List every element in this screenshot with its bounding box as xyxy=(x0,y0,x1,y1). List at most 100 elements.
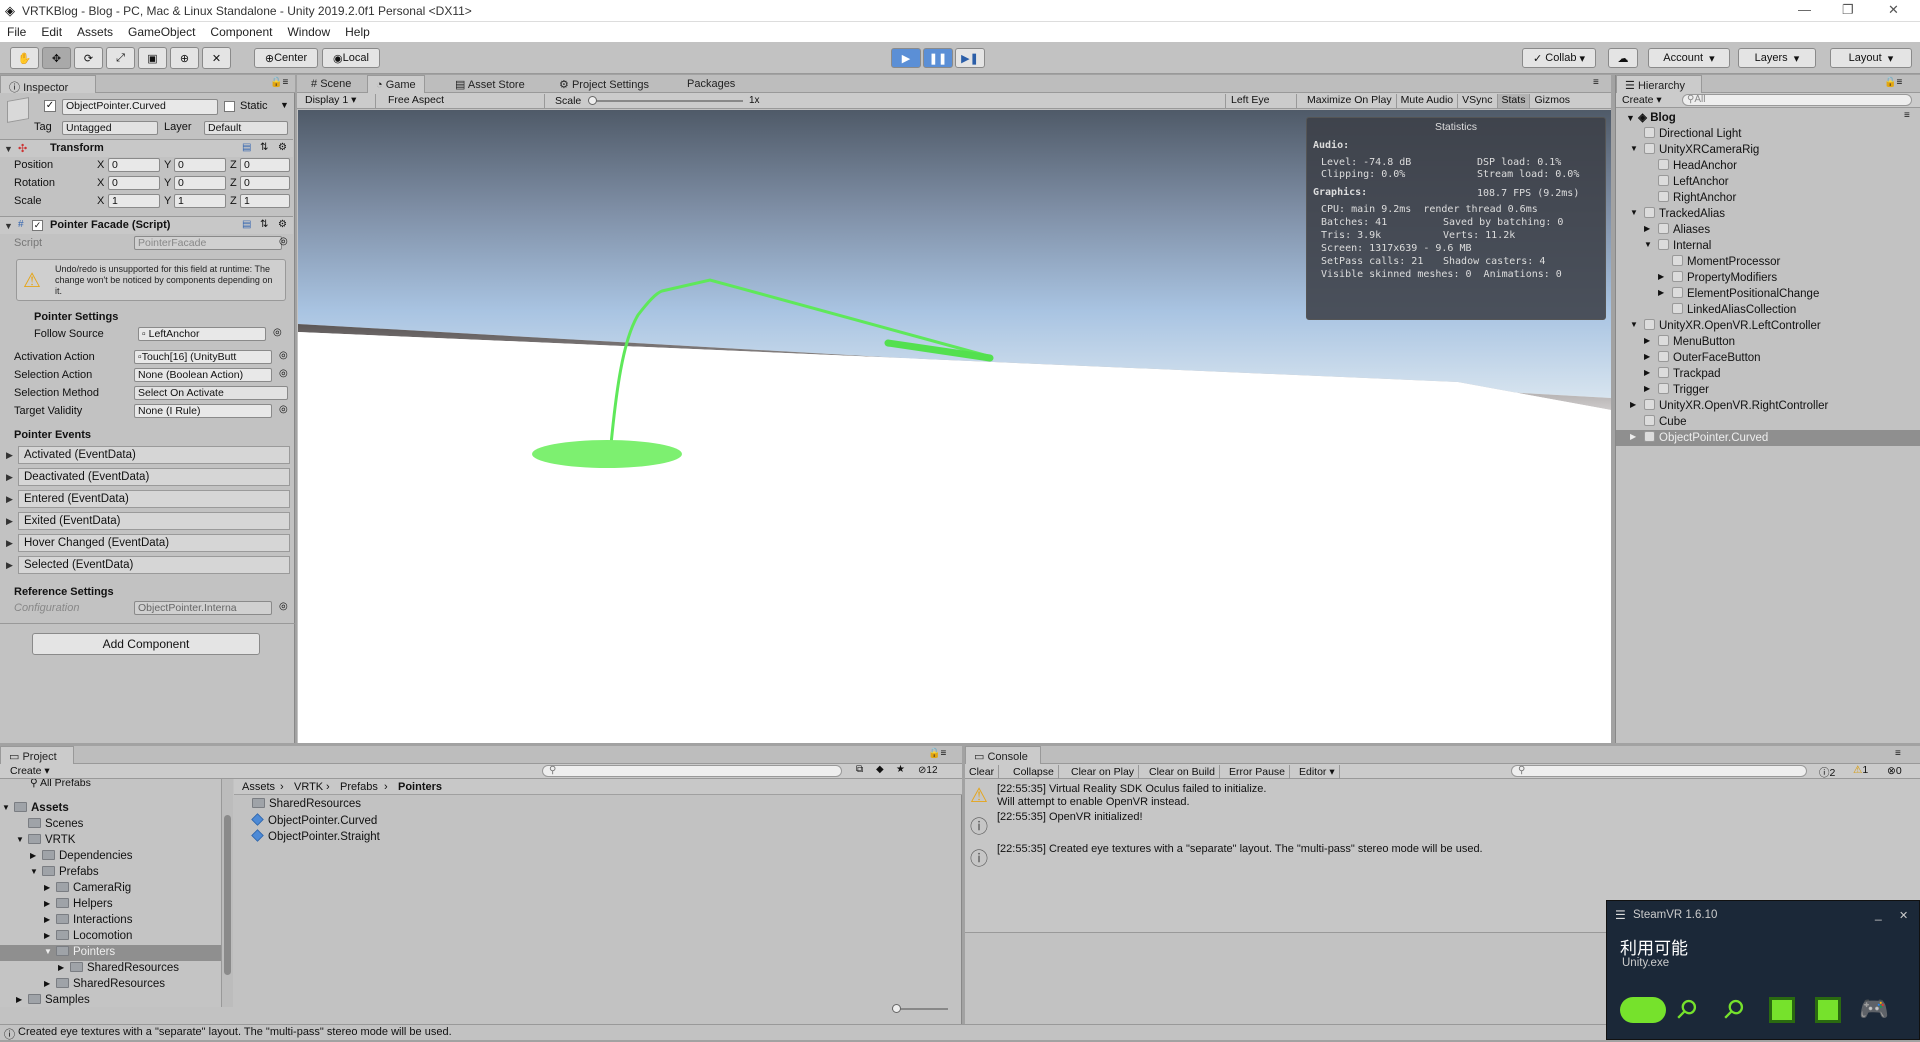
hand-tool-icon[interactable]: ✋ xyxy=(10,47,39,69)
expand-icon[interactable]: ▶ xyxy=(30,851,36,860)
expand-icon[interactable]: ▶ xyxy=(1644,336,1650,345)
follow-source-field[interactable]: ▫ LeftAnchor xyxy=(138,327,266,341)
project-folder[interactable]: ▼ Prefabs xyxy=(0,865,221,881)
event-exited[interactable]: Exited (EventData) xyxy=(18,512,290,530)
event-hover-changed[interactable]: Hover Changed (EventData) xyxy=(18,534,290,552)
project-folder[interactable]: ▶ SharedResources xyxy=(0,977,221,993)
steamvr-minimize-button[interactable]: _ xyxy=(1875,907,1882,921)
tab-scene[interactable]: # Scene xyxy=(303,75,359,93)
vsync-toggle[interactable]: VSync xyxy=(1458,94,1498,108)
favorites-all-prefabs[interactable]: ⚲ All Prefabs xyxy=(30,779,91,789)
help-book-icon[interactable]: ▤ xyxy=(242,219,251,230)
component-enabled-checkbox[interactable]: ✓ xyxy=(32,220,43,231)
preset-icon[interactable]: ⇅ xyxy=(260,219,268,230)
close-button[interactable]: ✕ xyxy=(1888,2,1899,18)
scale-slider-handle[interactable] xyxy=(588,96,597,105)
pivot-center-button[interactable]: ⊕ Center xyxy=(254,48,318,68)
hamburger-menu-icon[interactable]: ☰ xyxy=(1615,908,1626,922)
tree-scrollbar-thumb[interactable] xyxy=(224,815,231,975)
maximize-button[interactable]: ❐ xyxy=(1842,2,1854,18)
file-objectpointer-curved[interactable]: ObjectPointer.Curved xyxy=(251,813,377,827)
expand-icon[interactable]: ▼ xyxy=(1630,144,1638,153)
tab-inspector[interactable]: ⓘ Inspector xyxy=(0,75,96,94)
file-objectpointer-straight[interactable]: ObjectPointer.Straight xyxy=(251,829,380,843)
active-checkbox[interactable]: ✓ xyxy=(44,100,56,112)
custom-tool-icon[interactable]: ✕ xyxy=(202,47,231,69)
menu-file[interactable]: File xyxy=(0,22,34,39)
tab-game[interactable]: ◔ Game xyxy=(367,75,425,93)
gear-icon[interactable]: ⚙ xyxy=(278,142,287,153)
panel-menu-icon[interactable]: ≡ xyxy=(1593,77,1599,88)
console-error-pause-button[interactable]: Error Pause xyxy=(1225,765,1291,779)
help-book-icon[interactable]: ▤ xyxy=(242,142,251,153)
tab-project[interactable]: ▭ Project xyxy=(0,746,74,764)
menu-component[interactable]: Component xyxy=(203,22,280,39)
object-picker-icon[interactable]: ◎ xyxy=(273,327,282,338)
step-button[interactable]: ▶❚ xyxy=(955,48,985,68)
console-entry[interactable]: ⚠ [22:55:35] Virtual Reality SDK Oculus … xyxy=(965,781,1920,809)
expand-icon[interactable]: ▼ xyxy=(1630,320,1638,329)
layout-dropdown[interactable]: Layout ▾ xyxy=(1830,48,1912,68)
hidden-packages-count[interactable]: ⊘12 xyxy=(918,765,938,776)
filter-by-type-icon[interactable]: ⧉ xyxy=(856,764,863,775)
position-x-field[interactable]: 0 xyxy=(108,158,160,172)
menu-window[interactable]: Window xyxy=(280,22,338,39)
preset-icon[interactable]: ⇅ xyxy=(260,142,268,153)
tab-asset-store[interactable]: ▤ Asset Store xyxy=(447,75,533,93)
panel-menu-icon[interactable]: 🔒≡ xyxy=(270,77,288,88)
expand-icon[interactable]: ▶ xyxy=(1644,368,1650,377)
position-y-field[interactable]: 0 xyxy=(174,158,226,172)
gear-icon[interactable]: ⚙ xyxy=(278,219,287,230)
activation-action-field[interactable]: ▫Touch[16] (UnityButt xyxy=(134,350,272,364)
controller-right-icon[interactable]: ⚲ xyxy=(1716,992,1752,1027)
tab-project-settings[interactable]: ⚙ Project Settings xyxy=(551,75,657,93)
expand-icon[interactable]: ▶ xyxy=(16,995,22,1004)
filter-by-label-icon[interactable]: ◆ xyxy=(876,764,884,775)
menu-edit[interactable]: Edit xyxy=(34,22,70,39)
project-folder[interactable]: ▶ Helpers xyxy=(0,897,221,913)
tree-scrollbar[interactable] xyxy=(222,779,233,1007)
expand-icon[interactable]: ▶ xyxy=(44,915,50,924)
breadcrumb-pointers[interactable]: Pointers xyxy=(398,781,442,793)
gizmos-dropdown[interactable]: Gizmos xyxy=(1530,94,1574,108)
breadcrumb-prefabs[interactable]: Prefabs xyxy=(340,781,378,793)
expand-icon[interactable]: ▼ xyxy=(1644,240,1652,249)
target-validity-field[interactable]: None (I Rule) xyxy=(134,404,272,418)
tag-dropdown[interactable]: Untagged xyxy=(62,121,158,135)
menu-help[interactable]: Help xyxy=(338,22,378,39)
display-dropdown[interactable]: Display 1 ▾ xyxy=(300,94,376,108)
static-dropdown-arrow-icon[interactable]: ▼ xyxy=(280,100,289,110)
panel-menu-icon[interactable]: 🔒≡ xyxy=(928,748,946,759)
maximize-on-play-toggle[interactable]: Maximize On Play xyxy=(1303,94,1397,108)
expand-icon[interactable]: ▶ xyxy=(44,899,50,908)
project-folder[interactable]: Scenes xyxy=(0,817,221,833)
error-count-toggle[interactable]: ⊗0 xyxy=(1887,765,1902,777)
expand-icon[interactable]: ▼ xyxy=(44,947,52,956)
rotation-y-field[interactable]: 0 xyxy=(174,176,226,190)
menu-assets[interactable]: Assets xyxy=(70,22,121,39)
rotation-x-field[interactable]: 0 xyxy=(108,176,160,190)
object-name-field[interactable]: ObjectPointer.Curved xyxy=(62,99,218,115)
expand-icon[interactable]: ▶ xyxy=(1658,288,1664,297)
game-viewport[interactable]: Statistics Audio: Level: -74.8 dB DSP lo… xyxy=(298,110,1611,743)
expand-icon[interactable]: ▶ xyxy=(1658,272,1664,281)
project-folder[interactable]: ▶ CameraRig xyxy=(0,881,221,897)
minimize-button[interactable]: — xyxy=(1798,2,1811,17)
event-activated[interactable]: Activated (EventData) xyxy=(18,446,290,464)
gamepad-icon[interactable]: 🎮 xyxy=(1859,995,1889,1024)
object-picker-icon[interactable]: ◎ xyxy=(279,236,288,247)
console-entry[interactable]: ⓘ [22:55:35] Created eye textures with a… xyxy=(965,841,1920,873)
scale-slider-track[interactable] xyxy=(591,100,743,102)
hierarchy-item[interactable]: ▶ ObjectPointer.Curved xyxy=(1616,430,1920,446)
info-count-toggle[interactable]: ⓘ2 xyxy=(1819,765,1835,780)
console-search-input[interactable]: ⚲ xyxy=(1511,765,1807,777)
console-clear-on-play-button[interactable]: Clear on Play xyxy=(1067,765,1140,779)
file-shared-resources[interactable]: SharedResources xyxy=(252,798,361,810)
expand-icon[interactable]: ▶ xyxy=(44,931,50,940)
project-folder[interactable]: ▶ Locomotion xyxy=(0,929,221,945)
selection-method-dropdown[interactable]: Select On Activate xyxy=(134,386,288,400)
pause-button[interactable]: ❚❚ xyxy=(923,48,953,68)
add-component-button[interactable]: Add Component xyxy=(32,633,260,655)
controller-left-icon[interactable]: ⚲ xyxy=(1669,992,1705,1027)
mute-audio-toggle[interactable]: Mute Audio xyxy=(1397,94,1459,108)
